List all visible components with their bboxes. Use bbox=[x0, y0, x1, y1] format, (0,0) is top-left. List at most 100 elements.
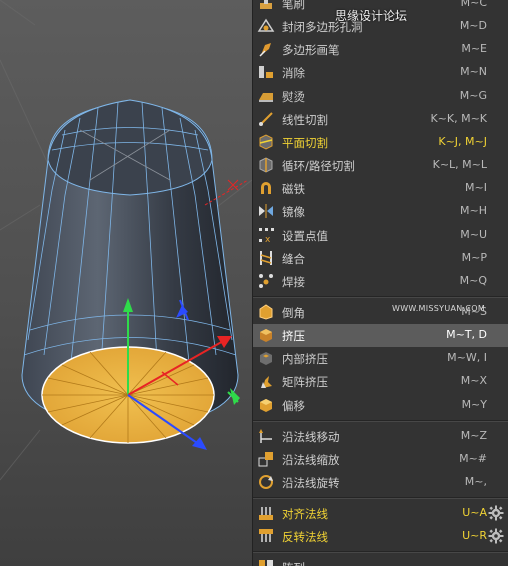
dissolve-icon bbox=[257, 63, 275, 81]
menu-item-set-point-value[interactable]: x 设置点值 M~U bbox=[253, 224, 508, 247]
menu-item-label: 矩阵挤压 bbox=[282, 375, 328, 390]
menu-item-shortcut: M~Y bbox=[461, 397, 487, 411]
svg-text:x: x bbox=[265, 235, 271, 244]
menu-item-label: 偏移 bbox=[282, 398, 305, 413]
menu-item-label: 缝合 bbox=[282, 251, 305, 266]
menu-item-label: 挤压 bbox=[282, 329, 305, 344]
menu-item-shortcut: K~K, M~K bbox=[430, 111, 487, 125]
menu-item-shortcut: M~P bbox=[461, 250, 487, 264]
line-cut-icon bbox=[257, 110, 275, 128]
smooth-shift-icon bbox=[257, 396, 275, 414]
menu-separator bbox=[253, 295, 508, 298]
menu-item-shortcut: M~Z bbox=[460, 428, 487, 442]
menu-item-reverse-normals[interactable]: 反转法线 U~R bbox=[253, 525, 508, 548]
menu-item-label: 设置点值 bbox=[282, 228, 328, 243]
menu-item-shortcut: U~R bbox=[462, 529, 487, 543]
menu-item-label: 消除 bbox=[282, 66, 305, 81]
menu-item-label: 反转法线 bbox=[282, 530, 328, 545]
menu-item-matrix-extrude[interactable]: 矩阵挤压 M~X bbox=[253, 370, 508, 393]
watermark-url: WWW.MISSYUAN.COM bbox=[392, 304, 486, 313]
menu-item-normal-move[interactable]: 沿法线移动 M~Z bbox=[253, 425, 508, 448]
menu-item-weld[interactable]: 焊接 M~Q bbox=[253, 270, 508, 293]
menu-item-shortcut: M~G bbox=[459, 88, 487, 102]
menu-item-label: 线性切割 bbox=[282, 112, 328, 127]
3d-viewport[interactable] bbox=[0, 0, 252, 566]
menu-item-loop-path-cut[interactable]: 循环/路径切割 K~L, M~L bbox=[253, 154, 508, 177]
menu-item-shortcut: K~L, M~L bbox=[432, 158, 487, 172]
mirror-icon bbox=[257, 202, 275, 220]
gear-icon[interactable] bbox=[488, 528, 504, 544]
menu-item-label: 循环/路径切割 bbox=[282, 159, 355, 174]
normal-move-icon bbox=[257, 427, 275, 445]
close-polygon-hole-icon bbox=[257, 17, 275, 35]
plane-cut-icon bbox=[257, 133, 275, 151]
menu-item-label: 熨烫 bbox=[282, 89, 305, 104]
menu-item-label: 沿法线缩放 bbox=[282, 452, 340, 467]
menu-item-label: 倒角 bbox=[282, 305, 305, 320]
polygon-pen-icon bbox=[257, 40, 275, 58]
gear-icon[interactable] bbox=[488, 505, 504, 521]
menu-item-shortcut: M~U bbox=[460, 227, 487, 241]
watermark-site-name: 思缘设计论坛 bbox=[335, 9, 408, 23]
menu-item-shortcut: M~D bbox=[459, 19, 487, 33]
menu-item-label: 笔刷 bbox=[282, 0, 305, 11]
normal-scale-icon bbox=[257, 450, 275, 468]
menu-item-label: 磁铁 bbox=[282, 182, 305, 197]
array-icon bbox=[257, 558, 275, 566]
menu-item-shortcut: M~W, I bbox=[447, 351, 487, 365]
reverse-normals-icon bbox=[257, 527, 275, 545]
normal-rotate-icon bbox=[257, 473, 275, 491]
menu-item-mirror[interactable]: 镜像 M~H bbox=[253, 200, 508, 223]
iron-icon bbox=[257, 87, 275, 105]
menu-item-shortcut: M~, bbox=[464, 475, 487, 488]
menu-item-shortcut: U~A bbox=[462, 506, 487, 520]
loop-path-cut-icon bbox=[257, 156, 275, 174]
menu-item-shortcut: M~C bbox=[460, 0, 487, 9]
menu-item-shortcut: M~T, D bbox=[446, 328, 487, 342]
menu-item-shortcut: M~N bbox=[460, 65, 487, 79]
menu-item-magnet[interactable]: 磁铁 M~I bbox=[253, 177, 508, 200]
menu-item-label: 多边形画笔 bbox=[282, 43, 340, 58]
menu-item-label: 内部挤压 bbox=[282, 352, 328, 367]
menu-item-align-normals[interactable]: 对齐法线 U~A bbox=[253, 502, 508, 525]
menu-item-stitch-sew[interactable]: 缝合 M~P bbox=[253, 247, 508, 270]
menu-item-polygon-pen[interactable]: 多边形画笔 M~E bbox=[253, 38, 508, 61]
menu-item-label: 阵列 bbox=[282, 560, 305, 566]
menu-item-line-cut[interactable]: 线性切割 K~K, M~K bbox=[253, 108, 508, 131]
align-normals-icon bbox=[257, 504, 275, 522]
weld-icon bbox=[257, 272, 275, 290]
brush-icon bbox=[257, 0, 275, 12]
matrix-extrude-icon bbox=[257, 372, 275, 390]
menu-item-extrude[interactable]: 挤压 M~T, D bbox=[253, 324, 508, 348]
menu-item-label: 镜像 bbox=[282, 205, 305, 220]
menu-item-normal-scale[interactable]: 沿法线缩放 M~# bbox=[253, 448, 508, 471]
menu-item-shortcut: M~E bbox=[461, 42, 487, 56]
menu-item-label: 焊接 bbox=[282, 274, 305, 289]
extrude-icon bbox=[257, 326, 275, 344]
cylinder-scene bbox=[0, 0, 252, 481]
menu-item-smooth-shift[interactable]: 偏移 M~Y bbox=[253, 394, 508, 417]
menu-item-shortcut: M~X bbox=[460, 374, 487, 388]
menu-separator bbox=[253, 551, 508, 554]
menu-item-plane-cut[interactable]: 平面切割 K~J, M~J bbox=[253, 131, 508, 154]
menu-item-normal-rotate[interactable]: 沿法线旋转 M~, bbox=[253, 471, 508, 494]
menu-item-label: 对齐法线 bbox=[282, 507, 328, 522]
magnet-icon bbox=[257, 179, 275, 197]
menu-item-shortcut: M~H bbox=[460, 204, 487, 218]
bevel-icon bbox=[257, 303, 275, 321]
menu-item-shortcut: M~Q bbox=[459, 273, 487, 287]
menu-item-dissolve[interactable]: 消除 M~N bbox=[253, 61, 508, 84]
set-point-value-icon: x bbox=[257, 226, 275, 244]
menu-item-extrude-inner[interactable]: 内部挤压 M~W, I bbox=[253, 347, 508, 370]
menu-item-shortcut: K~J, M~J bbox=[438, 134, 487, 148]
menu-separator bbox=[253, 419, 508, 422]
menu-item-label: 沿法线移动 bbox=[282, 429, 340, 444]
context-menu: 笔刷 M~C 封闭多边形孔洞 M~D 多边形画笔 M~E 消除 M~N 熨烫 M~G 线性切割 K~K… bbox=[252, 0, 508, 566]
menu-separator bbox=[253, 497, 508, 500]
menu-item-array[interactable]: 阵列 bbox=[253, 556, 508, 566]
stitch-sew-icon bbox=[257, 249, 275, 267]
menu-item-label: 平面切割 bbox=[282, 135, 328, 150]
menu-item-shortcut: M~I bbox=[465, 181, 487, 195]
menu-item-shortcut: M~# bbox=[459, 451, 487, 465]
menu-item-iron[interactable]: 熨烫 M~G bbox=[253, 85, 508, 108]
